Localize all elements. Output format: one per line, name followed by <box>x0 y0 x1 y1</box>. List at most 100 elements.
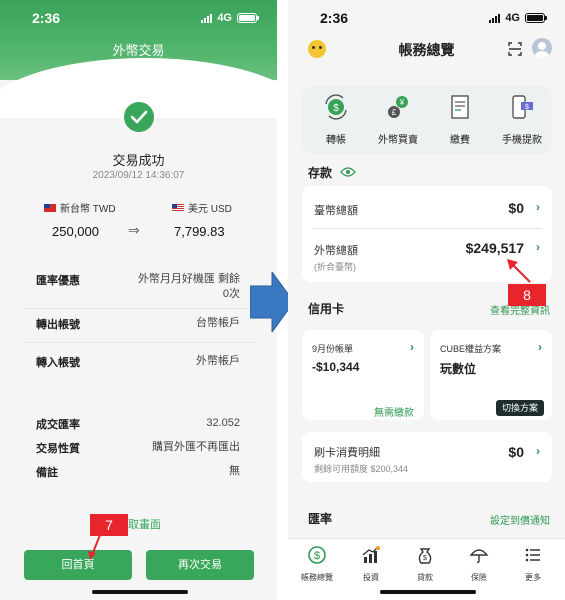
svg-text:$: $ <box>314 550 320 562</box>
chart-icon <box>362 546 380 563</box>
detail-label: 轉出帳號 <box>36 319 80 331</box>
fx-value: $249,517 <box>465 240 524 256</box>
detail-value: 外幣月月好機匯 剩餘 0次 <box>138 272 240 302</box>
divider <box>24 342 254 343</box>
right-status-bar: 2:36 4G <box>288 0 565 36</box>
detail-label: 交易性質 <box>36 443 80 455</box>
quick-action-label: 手機提款 <box>502 135 542 146</box>
svg-text:$: $ <box>525 104 529 111</box>
quick-action-fx[interactable]: ¥ £ 外幣買賣 <box>368 94 428 146</box>
home-button[interactable]: 回首頁 <box>24 550 132 580</box>
detail-value: 32.052 <box>206 417 240 429</box>
avatar[interactable] <box>532 38 552 58</box>
quick-action-bill[interactable]: 繳費 <box>430 94 490 146</box>
nav-item-more[interactable]: 更多 <box>508 545 558 583</box>
nav-item-invest[interactable]: 投資 <box>346 545 396 583</box>
nav-item-overview[interactable]: $ 帳務總覽 <box>292 545 342 583</box>
success-check-icon <box>124 102 154 132</box>
success-timestamp: 2023/09/12 14:36:07 <box>92 170 185 181</box>
signal-icon <box>489 13 501 23</box>
taiwan-flag-icon <box>44 203 56 212</box>
from-amount: 250,000 <box>52 224 99 239</box>
chevron-right-icon: › <box>410 340 414 354</box>
chevron-right-icon: › <box>536 444 540 458</box>
trade-again-button[interactable]: 再次交易 <box>146 550 254 580</box>
phone-withdraw-icon: $ <box>512 95 533 119</box>
battery-icon <box>525 13 547 23</box>
quick-actions-card: $ 轉帳 ¥ £ 外幣買賣 繳費 $ 手機提款 <box>302 86 552 154</box>
twd-value: $0 <box>508 200 524 216</box>
detail-value: 外幣帳戶 <box>196 355 240 367</box>
twd-label: 臺幣總額 <box>314 205 358 217</box>
to-amount: 7,799.83 <box>174 224 225 239</box>
switch-plan-button[interactable]: 切換方案 <box>495 400 544 416</box>
fx-sub-label: (折合臺幣) <box>314 262 356 272</box>
loan-icon: $ <box>418 548 432 564</box>
card-spending-detail[interactable]: 刷卡消費明細 剩餘可用額度 $200,344 $0 › <box>302 432 552 482</box>
rate-details-card: 成交匯率 32.052 交易性質 購買外匯不再匯出 備註 無 <box>24 402 254 498</box>
page-title: 外幣交易 <box>112 43 165 58</box>
nav-item-insurance[interactable]: 保險 <box>454 545 504 583</box>
network-label: 4G <box>505 12 520 24</box>
status-time: 2:36 <box>32 10 61 26</box>
eye-icon[interactable] <box>340 166 356 178</box>
save-screenshot-link[interactable]: 取畫面 <box>128 516 161 532</box>
card-detail-sub: 剩餘可用額度 $200,344 <box>314 464 409 474</box>
card-detail-label: 刷卡消費明細 <box>314 447 380 459</box>
detail-label: 匯率優惠 <box>36 275 80 287</box>
price-alert-link[interactable]: 設定到價通知 <box>490 512 550 527</box>
scan-icon[interactable] <box>508 42 522 56</box>
detail-label: 備註 <box>36 467 58 479</box>
umbrella-icon <box>469 549 489 564</box>
cube-plan-value: 玩數位 <box>440 362 477 376</box>
menu-icon <box>525 548 540 562</box>
detail-label: 成交匯率 <box>36 419 80 431</box>
detail-value: 無 <box>229 465 240 477</box>
svg-text:¥: ¥ <box>399 98 405 107</box>
home-indicator <box>380 590 476 594</box>
quick-action-label: 外幣買賣 <box>378 135 418 146</box>
nav-label: 貸款 <box>417 573 433 582</box>
detail-value: 台幣帳戶 <box>196 317 240 329</box>
exchange-arrow-icon: ⇒ <box>128 222 140 238</box>
step-8-arrow-icon <box>507 259 531 283</box>
quick-action-withdraw[interactable]: $ 手機提款 <box>492 94 552 146</box>
chevron-right-icon: › <box>536 240 540 254</box>
dollar-icon: $ <box>308 546 326 564</box>
divider <box>24 308 254 309</box>
discount-line1: 外幣月月好機匯 剩餘 <box>137 273 240 285</box>
bill-card[interactable]: 9月份帳單 › -$10,344 無需繳款 <box>302 330 424 420</box>
step-badge-8: 8 <box>508 284 546 306</box>
svg-text:£: £ <box>392 108 397 117</box>
no-payment-link[interactable]: 無需繳款 <box>374 404 414 419</box>
transfer-icon: $ <box>325 94 347 120</box>
credit-section-title: 信用卡 <box>308 302 345 316</box>
to-currency-label: 美元 USD <box>188 204 232 215</box>
battery-icon <box>237 13 259 23</box>
nav-item-loan[interactable]: $ 貸款 <box>400 545 450 583</box>
status-indicators: 4G <box>489 12 547 24</box>
cube-plan-card[interactable]: CUBE權益方案 › 玩數位 切換方案 <box>430 330 552 420</box>
network-label: 4G <box>217 12 232 24</box>
detail-label: 轉入帳號 <box>36 357 80 369</box>
transfer-details-card: 匯率優惠 外幣月月好機匯 剩餘 0次 轉出帳號 台幣帳戶 轉入帳號 外幣帳戶 <box>24 258 254 390</box>
success-title: 交易成功 <box>112 153 165 168</box>
discount-line2: 0次 <box>222 288 240 300</box>
fx-label: 外幣總額 <box>314 245 358 257</box>
quick-action-transfer[interactable]: $ 轉帳 <box>306 94 366 146</box>
currency-exchange-icon: ¥ £ <box>388 96 408 118</box>
nav-label: 投資 <box>363 573 379 582</box>
bill-amount: -$10,344 <box>312 360 360 374</box>
svg-text:$: $ <box>333 103 339 114</box>
status-indicators: 4G <box>201 12 259 24</box>
card-detail-value: $0 <box>508 444 524 460</box>
deposit-section-title: 存款 <box>308 166 333 180</box>
svg-text:$: $ <box>423 555 427 562</box>
home-indicator <box>92 590 188 594</box>
detail-value: 購買外匯不再匯出 <box>152 441 240 453</box>
left-status-bar: 2:36 4G <box>0 0 277 36</box>
rate-section-title: 匯率 <box>308 512 333 526</box>
us-flag-icon <box>172 203 184 212</box>
quick-action-label: 轉帳 <box>326 135 346 146</box>
bill-title: 9月份帳單 <box>312 344 354 354</box>
